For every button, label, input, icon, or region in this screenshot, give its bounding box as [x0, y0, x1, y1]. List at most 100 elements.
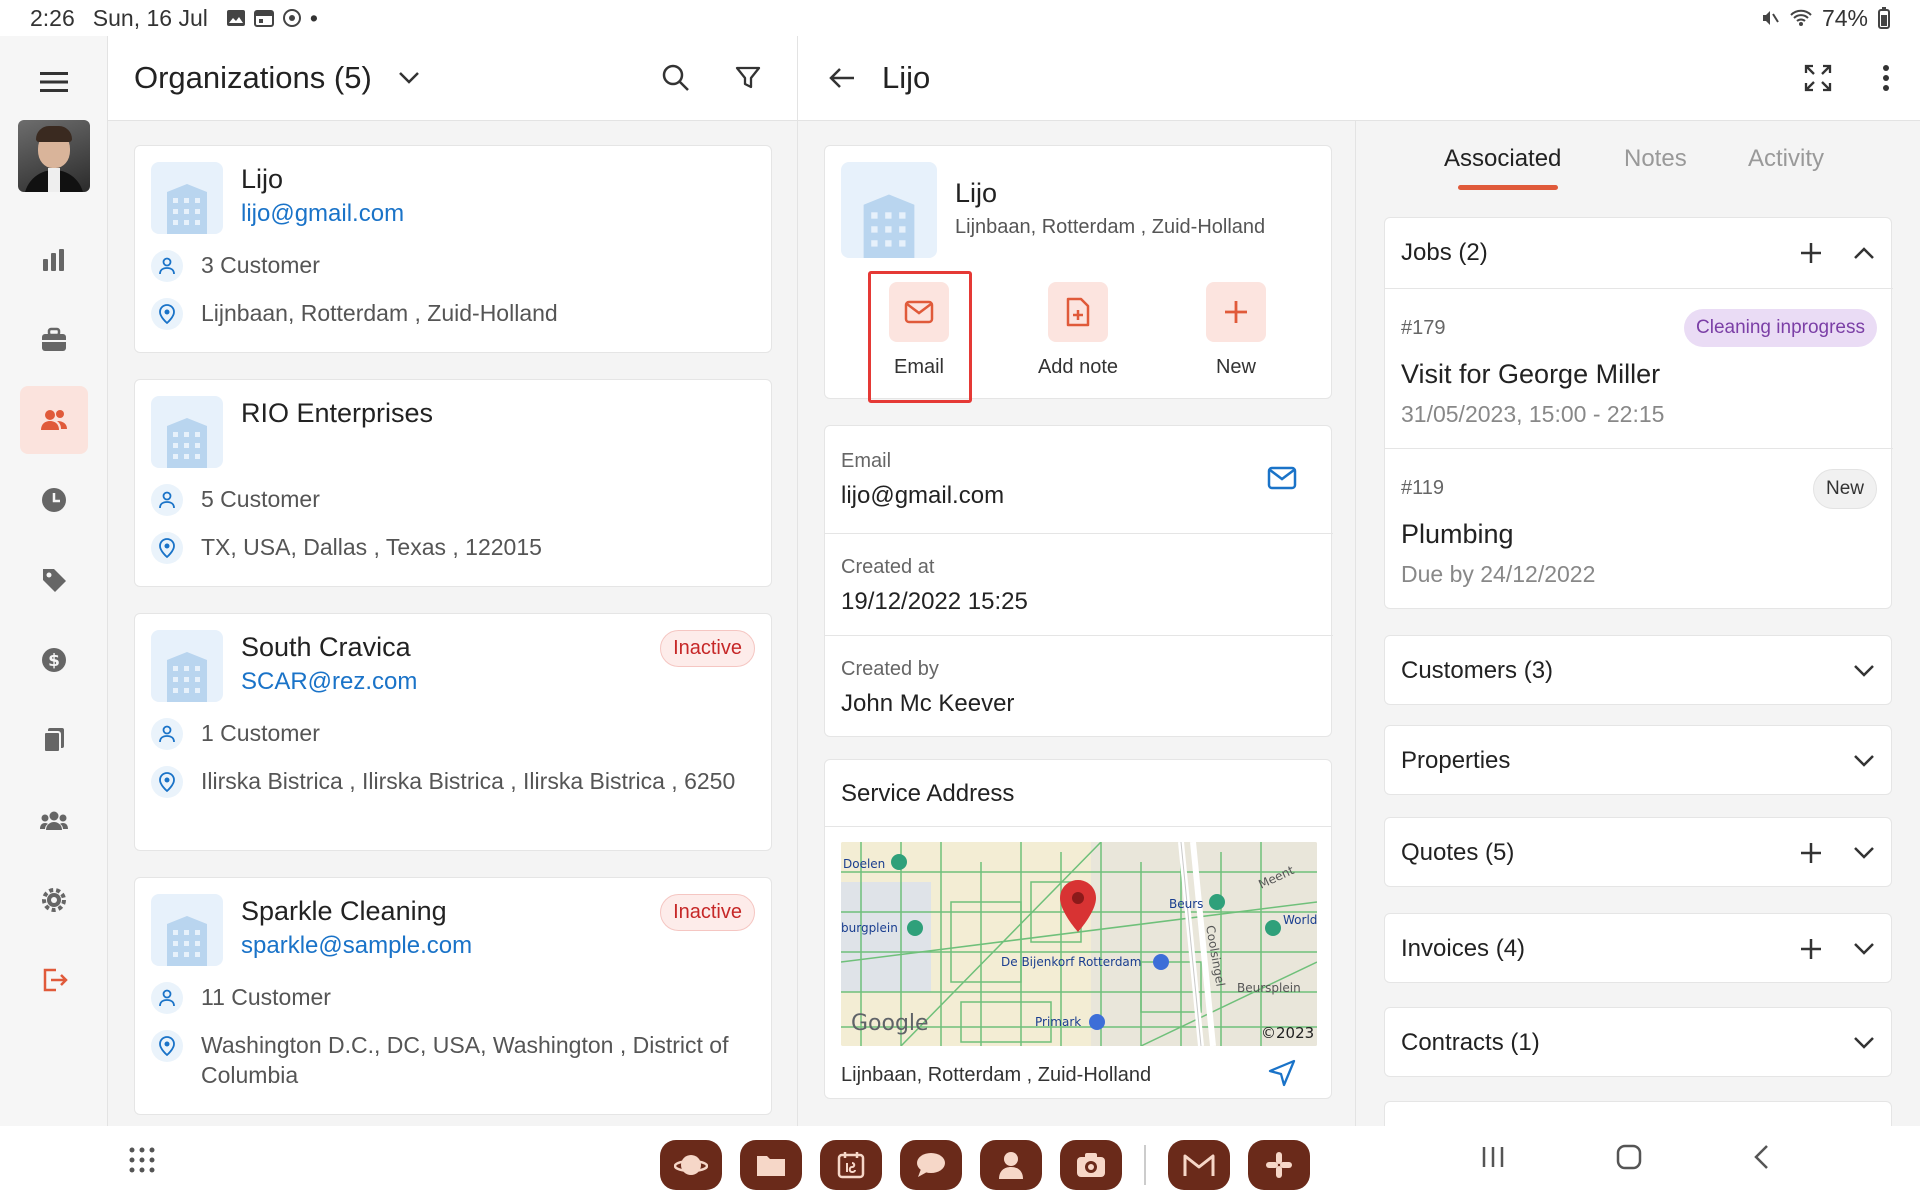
briefcase-icon	[41, 327, 66, 351]
hamburger-menu-button[interactable]	[34, 62, 74, 102]
properties-section-title: Properties	[1401, 747, 1511, 774]
organization-name: Lijo	[241, 164, 284, 194]
created-at-field: Created at 19/12/2022 15:25	[825, 534, 1333, 636]
map-label: Beurs	[1169, 897, 1203, 911]
building-icon	[151, 162, 223, 234]
plus-icon[interactable]	[1799, 841, 1823, 865]
nav-timesheets[interactable]	[20, 466, 88, 534]
chevron-down-icon[interactable]	[1853, 664, 1875, 678]
person-icon	[151, 250, 183, 282]
plus-icon[interactable]	[1799, 241, 1823, 265]
customers-section[interactable]: Customers (3)	[1384, 635, 1892, 705]
service-address-card: Service Address Doelen burgplein Beurs M…	[824, 759, 1332, 1099]
nav-billing[interactable]: $	[20, 626, 88, 694]
nav-tags[interactable]	[20, 546, 88, 614]
building-icon	[151, 396, 223, 468]
recents-icon[interactable]	[1480, 1145, 1506, 1169]
tab-associated[interactable]: Associated	[1444, 145, 1561, 173]
new-button[interactable]: New	[1186, 282, 1286, 379]
organization-card[interactable]: Sparkle Cleaning sparkle@sample.com Inac…	[134, 877, 772, 1115]
organizations-header: Organizations (5)	[108, 36, 797, 121]
organization-address: TX, USA, Dallas , Texas , 122015	[151, 532, 741, 564]
organization-card[interactable]: RIO Enterprises 5 Customer TX, USA, Dall…	[134, 379, 772, 587]
dock-app-gmail[interactable]	[1168, 1140, 1230, 1190]
back-button[interactable]	[828, 66, 856, 90]
detail-address: Lijnbaan, Rotterdam , Zuid-Holland	[955, 216, 1266, 238]
detail-title: Lijo	[882, 60, 931, 95]
plus-icon[interactable]	[1799, 937, 1823, 961]
chevron-down-icon[interactable]	[1853, 942, 1875, 956]
dock-app-camera[interactable]	[1060, 1140, 1122, 1190]
quotes-section[interactable]: Quotes (5)	[1384, 817, 1892, 887]
contracts-section-title: Contracts (1)	[1401, 1029, 1540, 1056]
organizations-dropdown-button[interactable]	[398, 71, 420, 85]
nav-dashboard[interactable]	[20, 226, 88, 294]
organization-email[interactable]: sparkle@sample.com	[241, 932, 472, 960]
add-note-button[interactable]: Add note	[1028, 282, 1128, 379]
tab-activity[interactable]: Activity	[1748, 145, 1824, 173]
job-item[interactable]: #119 New Plumbing Due by 24/12/2022	[1385, 448, 1893, 608]
organization-address: Ilirska Bistrica , Ilirska Bistrica , Il…	[151, 766, 741, 798]
nav-documents[interactable]	[20, 706, 88, 774]
detail-header: Lijo	[798, 36, 1920, 121]
arrow-left-icon	[829, 68, 854, 88]
nav-clients[interactable]	[19, 386, 88, 454]
dock-app-browser[interactable]	[660, 1140, 722, 1190]
navigate-icon[interactable]	[1267, 1058, 1297, 1088]
add-note-icon	[1066, 297, 1090, 327]
mail-icon[interactable]	[1267, 466, 1297, 490]
customers-section-title: Customers (3)	[1401, 657, 1554, 684]
search-icon[interactable]	[661, 63, 691, 93]
dock-app-files[interactable]	[740, 1140, 802, 1190]
dock-app-slack[interactable]	[1248, 1140, 1310, 1190]
camera-icon	[1077, 1153, 1105, 1177]
location-pin-icon	[151, 1030, 183, 1062]
organizations-title: Organizations (5)	[134, 60, 372, 95]
tab-notes[interactable]: Notes	[1624, 145, 1687, 173]
organization-email[interactable]: lijo@gmail.com	[241, 200, 404, 228]
home-icon[interactable]	[1616, 1144, 1642, 1170]
organization-email[interactable]: SCAR@rez.com	[241, 668, 417, 696]
dock-app-contacts[interactable]	[980, 1140, 1042, 1190]
person-icon	[999, 1152, 1023, 1179]
map-label: Primark	[1035, 1015, 1081, 1029]
dock-app-calendar[interactable]	[820, 1140, 882, 1190]
job-schedule: 31/05/2023, 15:00 - 22:15	[1401, 401, 1665, 427]
nav-team[interactable]	[20, 786, 88, 854]
email-action-highlight	[868, 271, 972, 403]
more-notifications-dot: •	[309, 4, 318, 31]
chevron-down-icon	[398, 72, 419, 84]
contracts-section[interactable]: Contracts (1)	[1384, 1007, 1892, 1077]
filter-icon[interactable]	[735, 65, 761, 91]
chevron-down-icon[interactable]	[1853, 1036, 1875, 1050]
nav-logout[interactable]	[20, 946, 88, 1014]
map-copyright: ©2023	[1261, 1024, 1314, 1042]
associated-column: Associated Notes Activity Jobs (2) #179 …	[1356, 121, 1920, 1141]
map-label: World Cent	[1283, 913, 1317, 927]
jobs-section-header[interactable]: Jobs (2)	[1385, 218, 1891, 288]
fullscreen-icon[interactable]	[1804, 64, 1832, 92]
chevron-up-icon[interactable]	[1853, 246, 1875, 260]
battery-icon	[1878, 7, 1890, 29]
organization-card[interactable]: Lijo lijo@gmail.com 3 Customer Lijnbaan,…	[134, 145, 772, 353]
properties-section[interactable]: Properties	[1384, 725, 1892, 795]
organization-fields-card: Email lijo@gmail.com Created at 19/12/20…	[824, 425, 1333, 737]
chevron-down-icon[interactable]	[1853, 754, 1875, 768]
nav-jobs[interactable]	[20, 306, 88, 374]
user-avatar[interactable]	[17, 120, 90, 192]
detail-name: Lijo	[955, 178, 998, 208]
nav-settings[interactable]	[20, 866, 88, 934]
invoices-section[interactable]: Invoices (4)	[1384, 913, 1892, 983]
dock-app-messages[interactable]	[900, 1140, 962, 1190]
job-item[interactable]: #179 Cleaning inprogress Visit for Georg…	[1385, 288, 1893, 448]
organization-card[interactable]: South Cravica SCAR@rez.com Inactive 1 Cu…	[134, 613, 772, 851]
chevron-down-icon[interactable]	[1853, 846, 1875, 860]
app-drawer-icon[interactable]	[128, 1146, 156, 1174]
service-map[interactable]: Doelen burgplein Beurs Meent World Cent …	[841, 842, 1317, 1046]
back-nav-icon[interactable]	[1752, 1144, 1770, 1170]
organization-name: South Cravica	[241, 632, 411, 662]
organization-address: Lijnbaan, Rotterdam , Zuid-Holland	[151, 298, 741, 330]
slack-icon	[1266, 1152, 1292, 1178]
battery-level: 74%	[1821, 4, 1868, 31]
more-vertical-icon[interactable]	[1882, 64, 1890, 92]
